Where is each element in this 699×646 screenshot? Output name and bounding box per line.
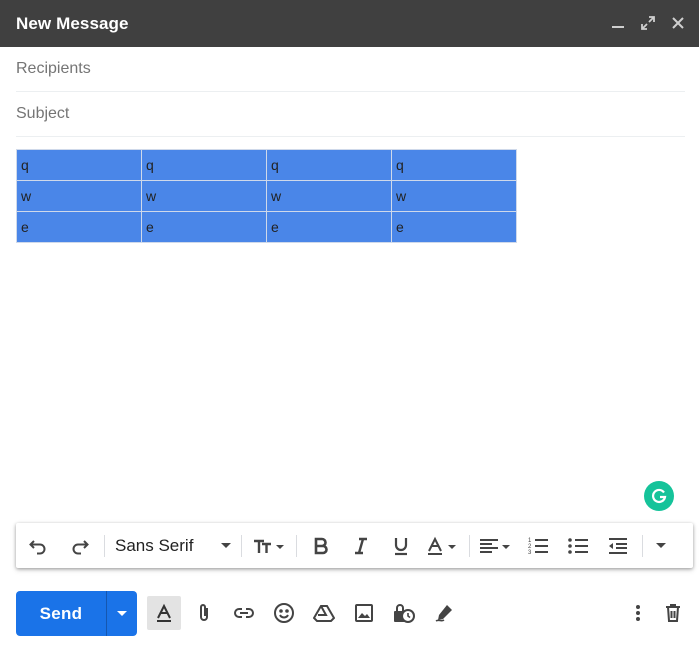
- align-icon[interactable]: [474, 523, 518, 568]
- link-icon[interactable]: [227, 596, 261, 630]
- subject-input[interactable]: [16, 105, 685, 123]
- table-row: qqqq: [16, 149, 517, 181]
- compose-actions: Send: [0, 590, 699, 638]
- more-options-icon[interactable]: [621, 596, 655, 630]
- toolbar-divider: [104, 534, 105, 557]
- grammarly-icon[interactable]: [644, 481, 674, 511]
- undo-icon[interactable]: [16, 523, 60, 568]
- bulleted-list-icon[interactable]: [558, 523, 598, 568]
- table-cell[interactable]: e: [16, 211, 142, 243]
- compose-title: New Message: [16, 13, 129, 33]
- text-color-icon[interactable]: [421, 523, 465, 568]
- table-cell[interactable]: w: [16, 180, 142, 212]
- redo-icon[interactable]: [60, 523, 100, 568]
- confidential-mode-icon[interactable]: [387, 596, 421, 630]
- attach-icon[interactable]: [187, 596, 221, 630]
- table-row: wwww: [16, 180, 517, 212]
- send-button[interactable]: Send: [16, 591, 106, 636]
- close-icon[interactable]: [667, 12, 689, 34]
- expand-icon[interactable]: [637, 12, 659, 34]
- italic-icon[interactable]: [341, 523, 381, 568]
- table-cell[interactable]: q: [266, 149, 392, 181]
- table-cell[interactable]: e: [141, 211, 267, 243]
- signature-icon[interactable]: [427, 596, 461, 630]
- formatting-options-icon[interactable]: [147, 596, 181, 630]
- underline-icon[interactable]: [381, 523, 421, 568]
- svg-text:3: 3: [528, 550, 532, 556]
- table-row: eeee: [16, 211, 517, 243]
- font-select[interactable]: Sans Serif: [109, 523, 237, 568]
- discard-icon[interactable]: [656, 596, 690, 630]
- send-button-group: Send: [16, 591, 137, 636]
- more-formatting-icon[interactable]: [647, 523, 675, 568]
- table-cell[interactable]: w: [141, 180, 267, 212]
- formatting-toolbar: Sans Serif 123: [16, 523, 693, 568]
- table-cell[interactable]: e: [391, 211, 517, 243]
- table-cell[interactable]: e: [266, 211, 392, 243]
- table-cell[interactable]: w: [266, 180, 392, 212]
- indent-less-icon[interactable]: [598, 523, 638, 568]
- table-cell[interactable]: q: [391, 149, 517, 181]
- body-table[interactable]: qqqqwwwweeee: [16, 149, 517, 243]
- minimize-icon[interactable]: [607, 12, 629, 34]
- table-cell[interactable]: w: [391, 180, 517, 212]
- font-select-label: Sans Serif: [115, 535, 194, 555]
- send-options-button[interactable]: [106, 591, 137, 636]
- emoji-icon[interactable]: [267, 596, 301, 630]
- numbered-list-icon[interactable]: 123: [518, 523, 558, 568]
- recipients-input[interactable]: [16, 60, 685, 78]
- photo-icon[interactable]: [347, 596, 381, 630]
- toolbar-divider: [469, 534, 470, 557]
- toolbar-divider: [296, 534, 297, 557]
- toolbar-divider: [241, 534, 242, 557]
- bold-icon[interactable]: [301, 523, 341, 568]
- drive-icon[interactable]: [307, 596, 341, 630]
- table-cell[interactable]: q: [141, 149, 267, 181]
- compose-header[interactable]: New Message: [0, 0, 699, 47]
- chevron-down-icon: [117, 611, 127, 616]
- table-cell[interactable]: q: [16, 149, 142, 181]
- message-body[interactable]: qqqqwwwweeee: [16, 149, 517, 243]
- text-size-icon[interactable]: [246, 523, 292, 568]
- toolbar-divider: [642, 534, 643, 557]
- subject-row: [16, 92, 685, 137]
- recipients-row: [16, 47, 685, 92]
- chevron-down-icon: [221, 543, 231, 548]
